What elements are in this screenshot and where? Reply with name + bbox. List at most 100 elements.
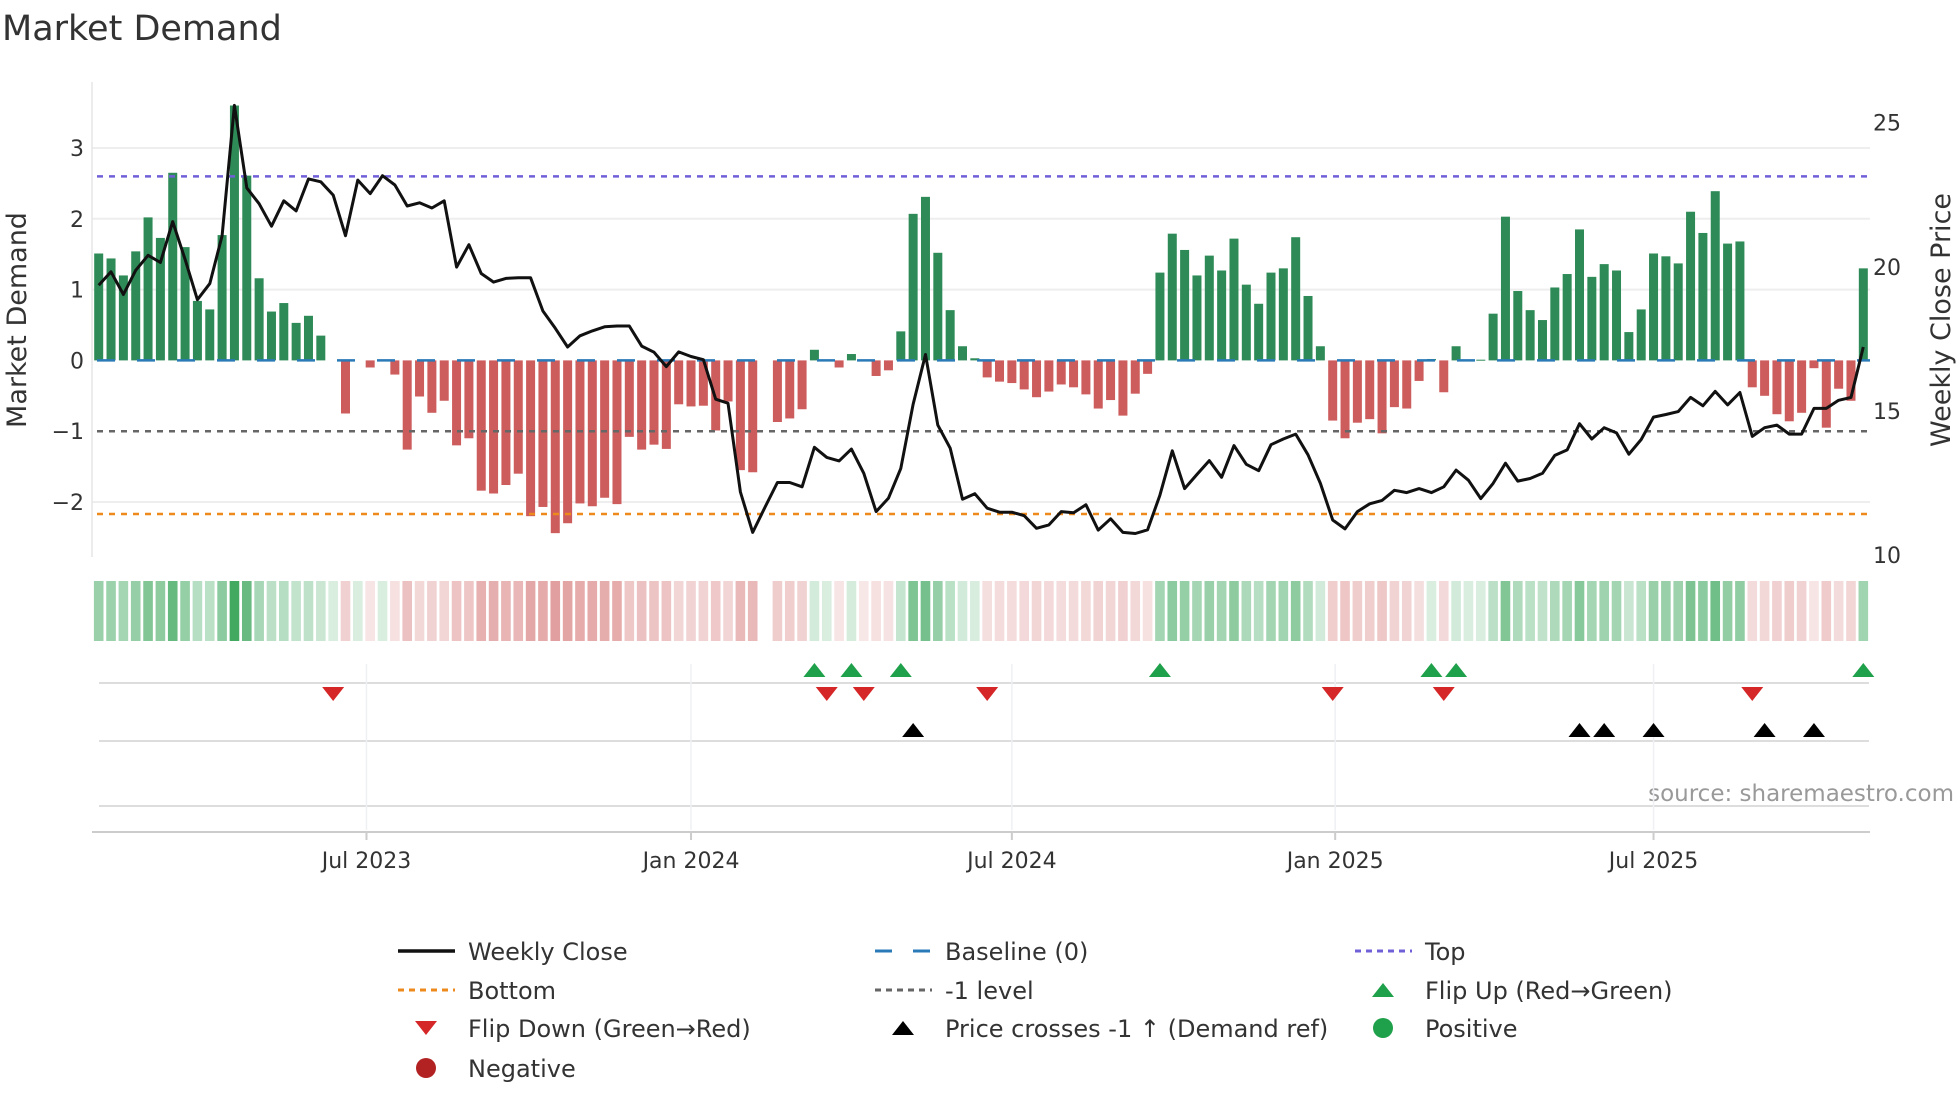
demand-heat-cell — [1290, 581, 1301, 641]
legend-baseline-label: Baseline (0) — [945, 938, 1088, 966]
demand-heat-cell — [1315, 581, 1326, 641]
demand-heat-cell — [673, 581, 684, 641]
demand-heat-cell — [1438, 581, 1449, 641]
positive-demand-bar — [896, 331, 906, 361]
positive-demand-bar — [1661, 256, 1671, 361]
negative-demand-bar — [982, 360, 992, 378]
demand-heat-cell — [1513, 581, 1523, 641]
demand-heat-cell — [303, 581, 314, 641]
legend-cross-label: Price crosses -1 ↑ (Demand ref) — [945, 1015, 1328, 1043]
demand-heat-cell — [957, 581, 968, 641]
positive-demand-bar — [1636, 309, 1646, 361]
demand-heat-cell — [538, 581, 548, 641]
demand-heat-cell — [945, 581, 955, 641]
demand-heat-cell — [982, 581, 992, 641]
demand-heat-cell — [698, 581, 709, 641]
demand-heat-cell — [784, 581, 795, 641]
positive-demand-bar — [279, 303, 289, 361]
legend-neg-dot-label: Negative — [468, 1055, 576, 1083]
demand-heat-cell — [1068, 581, 1079, 641]
positive-demand-bar — [1488, 313, 1498, 361]
positive-demand-bar — [920, 196, 930, 361]
demand-heat-cell — [1426, 581, 1437, 641]
demand-heat-cell — [1118, 581, 1128, 641]
y2-tick-label: 15 — [1873, 400, 1901, 425]
demand-heat-cell — [488, 581, 499, 641]
demand-heat-cell — [1846, 581, 1856, 641]
positive-demand-bar — [291, 322, 301, 361]
demand-heat-cell — [155, 581, 166, 641]
y2-tick-label: 20 — [1873, 256, 1901, 281]
demand-heat-cell — [513, 581, 524, 641]
negative-demand-bar — [1821, 360, 1831, 428]
negative-demand-bar — [1402, 360, 1412, 409]
demand-heat-cell — [1007, 581, 1017, 641]
negative-demand-bar — [1106, 360, 1116, 401]
negative-demand-bar — [427, 360, 437, 413]
negative-demand-bar — [402, 360, 412, 450]
legend-flip-down-label: Flip Down (Green→Red) — [468, 1015, 751, 1043]
negative-demand-bar — [452, 360, 462, 446]
negative-demand-bar — [1069, 360, 1079, 388]
demand-heat-cell — [1192, 581, 1202, 641]
flip-down-marker — [1432, 687, 1455, 701]
demand-heat-cell — [377, 581, 388, 641]
demand-heat-cell — [451, 581, 462, 641]
demand-heat-cell — [143, 581, 153, 641]
demand-heat-cell — [1327, 581, 1338, 641]
legend-flip-up-label: Flip Up (Red→Green) — [1425, 977, 1673, 1005]
x-tick-label: Jul 2025 — [1607, 849, 1699, 874]
demand-heat-cell — [1599, 581, 1609, 641]
demand-heat-cell — [908, 581, 918, 641]
demand-heat-cell — [1796, 581, 1807, 641]
demand-heat-cell — [1081, 581, 1091, 641]
demand-heat-cell — [279, 581, 289, 641]
demand-heat-cell — [1401, 581, 1412, 641]
demand-heat-cell — [365, 581, 375, 641]
price-cross-marker — [1802, 723, 1825, 737]
positive-demand-bar — [1537, 320, 1547, 361]
flip-down-marker — [1321, 687, 1344, 701]
y-tick-label: 0 — [70, 349, 84, 374]
demand-heat-cell — [1093, 581, 1104, 641]
positive-demand-bar — [1229, 238, 1239, 361]
flip-down-marker — [1741, 687, 1764, 701]
demand-heat-cell — [624, 581, 635, 641]
demand-heat-cell — [106, 581, 116, 641]
demand-heat-cell — [1216, 581, 1227, 641]
positive-demand-bar — [1649, 253, 1659, 361]
negative-demand-bar — [1747, 360, 1757, 388]
demand-heat-cell — [229, 581, 240, 641]
negative-demand-bar — [748, 360, 758, 473]
flip-up-marker — [889, 663, 912, 677]
demand-heat-cell — [402, 581, 412, 641]
negative-demand-bar — [341, 360, 350, 414]
negative-demand-bar — [1352, 360, 1362, 423]
legend-pos-dot-icon — [1373, 1018, 1393, 1038]
demand-heat-cell — [858, 581, 869, 641]
positive-demand-bar — [1155, 272, 1165, 361]
demand-heat-cell — [1525, 581, 1535, 641]
negative-demand-bar — [415, 360, 425, 397]
demand-heat-cell — [414, 581, 425, 641]
demand-heat-cell — [834, 581, 844, 641]
demand-heat-cell — [1574, 581, 1585, 641]
flip-up-marker — [1445, 663, 1468, 677]
demand-heat-cell — [1142, 581, 1153, 641]
positive-demand-bar — [1525, 310, 1535, 361]
demand-heat-cell — [1784, 581, 1795, 641]
demand-heat-cell — [747, 581, 758, 641]
positive-demand-bar — [1698, 232, 1708, 361]
positive-demand-bar — [143, 217, 153, 361]
legend-pos-dot-label: Positive — [1425, 1015, 1518, 1043]
negative-demand-bar — [1118, 360, 1128, 416]
demand-heat-cell — [710, 581, 721, 641]
negative-demand-bar — [513, 360, 523, 474]
positive-demand-bar — [1587, 276, 1597, 361]
demand-heat-cell — [316, 581, 326, 641]
positive-demand-bar — [1266, 272, 1276, 361]
y2-tick-label: 25 — [1873, 112, 1901, 137]
negative-demand-bar — [439, 360, 449, 401]
y-tick-label: 1 — [70, 279, 84, 304]
demand-heat-cell — [476, 581, 487, 641]
